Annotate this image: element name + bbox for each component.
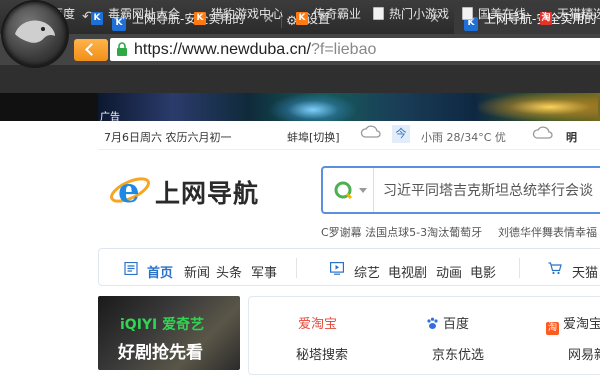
link-aitaobao[interactable]: 爱淘宝 (298, 313, 337, 332)
cheetah-k-icon: K (296, 12, 308, 25)
page-icon (462, 7, 473, 20)
link-jd[interactable]: 京东优选 (432, 344, 484, 363)
link-baidu[interactable]: 百度 (426, 313, 469, 332)
weather-text: 小雨 28/34°C 优 (421, 131, 506, 144)
tomorrow-label: 明 (566, 131, 577, 144)
search-engine-icon[interactable] (333, 180, 353, 200)
bookmark-game-center[interactable]: K 猎豹游戏中心 (194, 0, 283, 28)
url-text: https://www.newduba.cn/?f=liebao (134, 41, 377, 58)
today-badge: 今 (392, 125, 410, 143)
cloud-rain-icon (360, 125, 381, 138)
search-input[interactable]: 习近平同塔吉克斯坦总统举行会谈 (383, 180, 593, 200)
svg-text:e: e (118, 171, 140, 211)
cheetah-k-icon: K (194, 12, 206, 25)
nav-tv-series[interactable]: 电视剧 (388, 262, 427, 281)
nav-military[interactable]: 军事 (251, 262, 277, 281)
address-bar[interactable]: https://www.newduba.cn/?f=liebao (110, 38, 600, 61)
document-icon (124, 262, 138, 275)
nav-movies[interactable]: 电影 (470, 262, 496, 281)
bookmark-chuanqi[interactable]: K 传奇霸业 (296, 0, 361, 28)
date-text: 7月6日周六 农历六月初一 (104, 131, 232, 144)
lock-icon (117, 42, 127, 56)
link-label: 百度 (443, 317, 470, 332)
nav-news[interactable]: 新闻 (184, 262, 210, 281)
site-title: 上网导航 (155, 179, 260, 208)
chevron-down-icon[interactable] (359, 188, 367, 193)
bookmarks-bar (0, 65, 600, 93)
hot-search-link[interactable]: 刘德华伴舞表情幸福 (498, 224, 597, 240)
nav-home[interactable]: 首页 (147, 262, 173, 281)
bookmark-label: 国美在线 (478, 7, 527, 21)
shopping-cart-icon (548, 262, 562, 275)
kingsoft-k-icon: K (91, 12, 103, 25)
tv-play-icon (330, 262, 344, 275)
bookmark-tmall[interactable]: 淘天猫精选 (540, 0, 600, 28)
city-switch-link[interactable]: 蚌埠[切换] (287, 129, 340, 145)
ad-label: 广告 (100, 112, 120, 123)
iqiyi-brand: iQIYI 爱奇艺 (120, 317, 205, 333)
category-nav (98, 248, 600, 286)
link-netease-news[interactable]: 网易新闻 (568, 344, 600, 363)
banner-art (268, 93, 358, 121)
ad-banner[interactable] (98, 93, 600, 121)
page-icon (373, 7, 384, 20)
nav-headlines[interactable]: 头条 (216, 262, 242, 281)
nav-tmall[interactable]: 天猫 (572, 262, 598, 281)
bookmark-label: 毒霸网址大全 (108, 7, 181, 21)
back-button[interactable] (74, 39, 108, 61)
page-gutter (0, 93, 98, 121)
bookmark-mini-games[interactable]: 热门小游戏 (373, 0, 449, 28)
baidu-paw-icon (427, 317, 438, 329)
link-label: 爱淘宝 (563, 317, 600, 332)
nav-variety[interactable]: 综艺 (354, 262, 380, 281)
bookmark-label: 天猫精选 (557, 7, 600, 21)
bookmark-gome[interactable]: 国美在线 (462, 0, 526, 28)
cheetah-logo-icon[interactable] (3, 2, 67, 66)
bookmark-label: 猎豹游戏中心 (211, 7, 284, 21)
iqiyi-promo-banner[interactable]: iQIYI 爱奇艺 好剧抢先看 (98, 296, 240, 370)
quick-links-panel (248, 296, 600, 375)
bookmark-label: 传奇霸业 (313, 7, 362, 21)
hot-search-link[interactable]: C罗谢幕 法国点球5-3淘汰葡萄牙 (321, 224, 482, 240)
nav-animation[interactable]: 动画 (436, 262, 462, 281)
search-divider (373, 168, 374, 212)
cloud-icon (532, 126, 553, 139)
ie-logo-icon: e (110, 171, 150, 211)
promo-tagline: 好剧抢先看 (118, 343, 203, 363)
bookmark-label: 热门小游戏 (389, 7, 450, 21)
banner-art (478, 93, 598, 121)
nav-divider (519, 258, 520, 278)
nav-divider (296, 258, 297, 278)
search-box[interactable]: 习近平同塔吉克斯坦总统举行会谈 (321, 166, 600, 214)
link-aitaobao-2[interactable]: 淘爱淘宝 (546, 313, 600, 335)
link-metaso[interactable]: 秘塔搜索 (296, 344, 348, 363)
bookmark-duba[interactable]: K 毒霸网址大全 (91, 0, 180, 28)
taobao-icon: 淘 (546, 322, 559, 335)
tmall-icon: 淘 (540, 12, 552, 25)
